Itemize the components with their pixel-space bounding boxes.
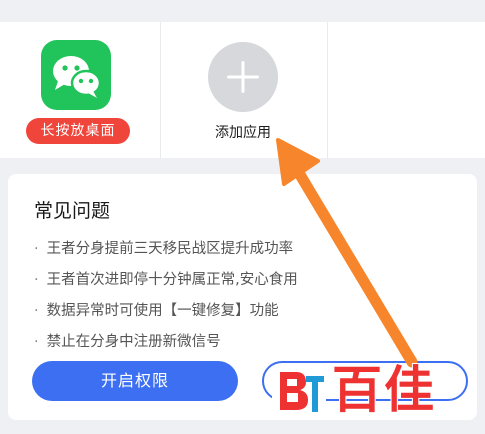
wechat-bubbles-icon xyxy=(53,56,102,98)
plus-glyph-icon xyxy=(227,61,259,93)
watermark-logo-icon xyxy=(272,368,326,414)
plus-icon[interactable] xyxy=(208,42,278,112)
enable-permission-button[interactable]: 开启权限 xyxy=(32,361,238,401)
long-press-to-desktop-badge[interactable]: 长按放桌面 xyxy=(26,118,130,144)
wechat-icon[interactable] xyxy=(41,40,111,110)
bullet-icon: · xyxy=(34,303,39,319)
bullet-icon: · xyxy=(34,272,39,288)
watermark-text: 百佳 xyxy=(331,360,436,420)
faq-item-text: 王者分身提前三天移民战区提升成功率 xyxy=(46,241,294,257)
list-item: · 王者首次进即停十分钟属正常,安心食用 xyxy=(34,265,298,296)
faq-item-text: 王者首次进即停十分钟属正常,安心食用 xyxy=(46,272,298,288)
list-item: · 王者分身提前三天移民战区提升成功率 xyxy=(34,234,298,265)
faq-item-text: 禁止在分身中注册新微信号 xyxy=(46,334,221,350)
bullet-icon: · xyxy=(34,241,39,257)
faq-title: 常见问题 xyxy=(34,200,111,222)
bullet-icon: · xyxy=(34,334,39,350)
wechat-app-cell[interactable]: 长按放桌面 xyxy=(0,22,160,158)
watermark: 百佳 xyxy=(262,358,472,424)
faq-list: · 王者分身提前三天移民战区提升成功率 · 王者首次进即停十分钟属正常,安心食用 ·… xyxy=(34,234,298,358)
add-app-label: 添加应用 xyxy=(215,125,271,141)
apps-grid: 长按放桌面 添加应用 xyxy=(0,22,485,158)
faq-item-text: 数据异常时可使用【一键修复】功能 xyxy=(46,303,279,319)
column-divider xyxy=(327,22,328,158)
list-item: · 数据异常时可使用【一键修复】功能 xyxy=(34,296,298,327)
list-item: · 禁止在分身中注册新微信号 xyxy=(34,327,298,358)
add-app-cell[interactable]: 添加应用 xyxy=(161,22,327,158)
